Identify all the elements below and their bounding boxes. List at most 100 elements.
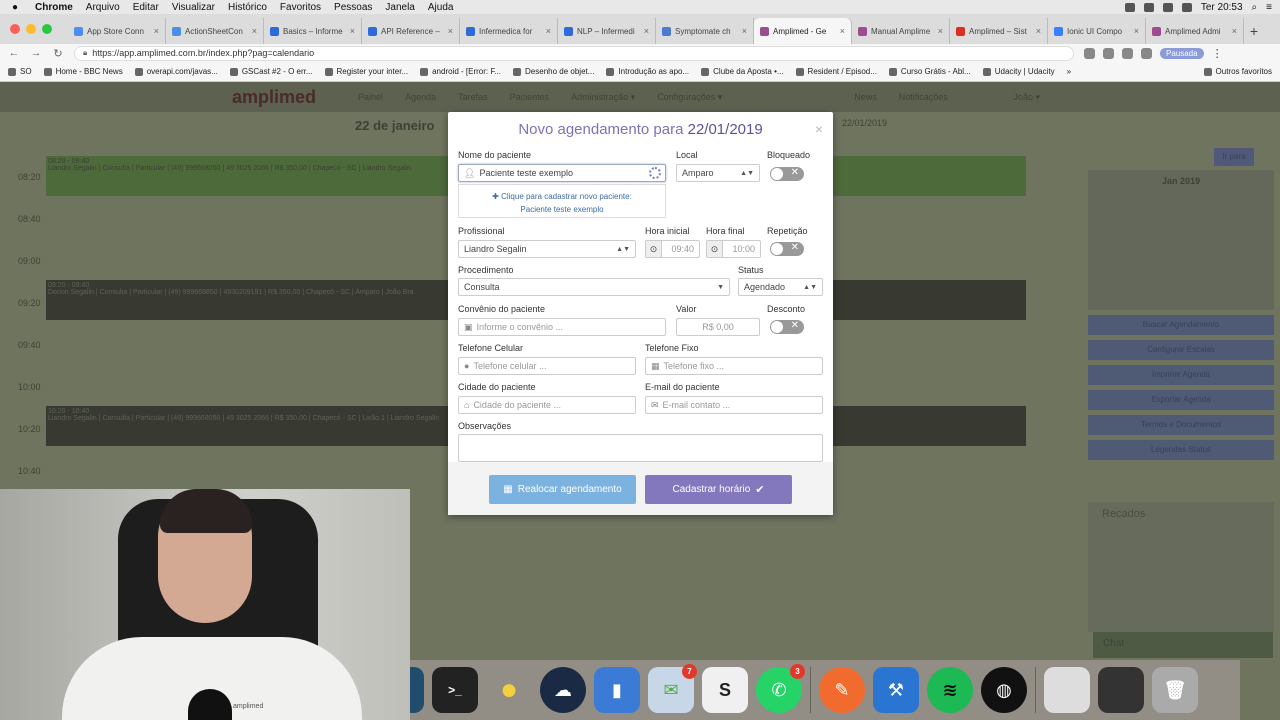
menu-historico[interactable]: Histórico bbox=[228, 2, 267, 13]
extension-icon[interactable] bbox=[1084, 47, 1095, 59]
browser-tab[interactable]: Manual Amplime × bbox=[852, 18, 950, 44]
minimized-window-icon[interactable] bbox=[1044, 667, 1090, 713]
apple-menu-icon[interactable]: ● bbox=[8, 2, 22, 13]
new-patient-suggestion[interactable]: ✚ Clique para cadastrar novo paciente: P… bbox=[458, 184, 666, 218]
discount-toggle[interactable]: ✕ bbox=[770, 320, 804, 334]
bookmark-item[interactable]: SO bbox=[8, 67, 32, 76]
browser-tab[interactable]: Amplimed – Sist × bbox=[950, 18, 1048, 44]
close-tab-icon[interactable]: × bbox=[1134, 26, 1139, 36]
local-select[interactable]: Amparo ▲▼ bbox=[676, 164, 760, 182]
status-legend-button[interactable]: Legendas Status bbox=[1088, 440, 1274, 460]
cyberduck-icon[interactable]: ● bbox=[486, 667, 532, 713]
save-appointment-button[interactable]: Cadastrar horário ✔ bbox=[645, 475, 792, 504]
city-input[interactable]: ⌂ Cidade do paciente ... bbox=[458, 396, 636, 414]
bookmark-item[interactable]: Desenho de objet... bbox=[513, 67, 594, 76]
nav-administracao[interactable]: Administração ▾ bbox=[571, 92, 635, 103]
close-tab-icon[interactable]: × bbox=[546, 26, 551, 36]
relocate-appointment-button[interactable]: ▦ Realocar agendamento bbox=[489, 475, 636, 504]
browser-tab[interactable]: Basics – Informe × bbox=[264, 18, 362, 44]
email-input[interactable]: ✉ E-mail contato ... bbox=[645, 396, 823, 414]
value-input[interactable]: R$ 0,00 bbox=[676, 318, 760, 336]
whatsapp-icon[interactable]: ✆ 3 bbox=[756, 664, 805, 713]
extension-icon[interactable] bbox=[1122, 47, 1133, 59]
cell-phone-input[interactable]: ● Telefone celular ... bbox=[458, 357, 636, 375]
notification-center-icon[interactable]: ≡ bbox=[1266, 2, 1272, 13]
bookmark-item[interactable]: android - [Error: F... bbox=[420, 67, 501, 76]
procedure-select[interactable]: Consulta ▼ bbox=[458, 278, 730, 296]
postman-icon[interactable]: ✎ bbox=[819, 667, 865, 713]
forward-icon[interactable]: → bbox=[30, 47, 42, 59]
menu-chrome[interactable]: Chrome bbox=[35, 2, 73, 13]
bookmark-item[interactable]: Introdução as apo... bbox=[606, 67, 689, 76]
browser-tab[interactable]: Amplimed Admi × bbox=[1146, 18, 1244, 44]
bookmark-item[interactable]: Clube da Aposta •... bbox=[701, 67, 784, 76]
spotify-icon[interactable]: ≋ bbox=[927, 667, 973, 713]
profile-paused-badge[interactable]: Pausada bbox=[1160, 47, 1204, 59]
nav-painel[interactable]: Painel bbox=[358, 92, 383, 102]
menu-clock[interactable]: Ter 20:53 bbox=[1201, 2, 1243, 13]
cloud-app-icon[interactable]: ☁ bbox=[540, 667, 586, 713]
browser-tab[interactable]: Ionic UI Compo × bbox=[1048, 18, 1146, 44]
browser-tab[interactable]: Infermedica for × bbox=[460, 18, 558, 44]
other-bookmarks[interactable]: Outros favoritos bbox=[1203, 67, 1272, 76]
battery-icon[interactable] bbox=[1181, 2, 1192, 12]
trash-icon[interactable]: 🗑︎ bbox=[1152, 667, 1198, 713]
notes-textarea[interactable] bbox=[458, 434, 823, 462]
close-tab-icon[interactable]: × bbox=[448, 26, 453, 36]
nav-tarefas[interactable]: Tarefas bbox=[458, 92, 488, 102]
bookmark-item[interactable]: Home - BBC News bbox=[43, 67, 123, 76]
status-icon[interactable] bbox=[1143, 2, 1154, 12]
nav-agenda[interactable]: Agenda bbox=[405, 92, 436, 102]
close-tab-icon[interactable]: × bbox=[644, 26, 649, 36]
chat-bar[interactable]: Chat bbox=[1093, 632, 1273, 658]
export-agenda-button[interactable]: Exportar Agenda bbox=[1088, 390, 1274, 410]
blocked-toggle[interactable]: ✕ bbox=[770, 167, 804, 181]
xcode-icon[interactable]: ⚒ bbox=[873, 667, 919, 713]
bookmark-item[interactable]: Curso Grátis - Abl... bbox=[888, 67, 971, 76]
new-tab-button[interactable]: + bbox=[1244, 18, 1264, 44]
close-window-icon[interactable] bbox=[10, 24, 20, 34]
dock-app-partial-icon[interactable] bbox=[410, 667, 424, 713]
date-input[interactable]: 22/01/2019 bbox=[842, 118, 887, 128]
menu-editar[interactable]: Editar bbox=[133, 2, 159, 13]
close-tab-icon[interactable]: × bbox=[1036, 26, 1041, 36]
mini-calendar[interactable]: Jan 2019 bbox=[1088, 170, 1274, 310]
close-tab-icon[interactable]: × bbox=[938, 26, 943, 36]
bookmark-item[interactable]: Resident / Episod... bbox=[795, 67, 877, 76]
print-agenda-button[interactable]: Imprimir Agenda bbox=[1088, 365, 1274, 385]
nav-pacientes[interactable]: Pacientes bbox=[510, 92, 550, 102]
insurance-input[interactable]: ▣ Informe o convênio ... bbox=[458, 318, 666, 336]
menu-pessoas[interactable]: Pessoas bbox=[334, 2, 372, 13]
close-tab-icon[interactable]: × bbox=[252, 26, 257, 36]
search-appointment-button[interactable]: Buscar Agendamento bbox=[1088, 315, 1274, 335]
nav-news[interactable]: News bbox=[854, 92, 877, 102]
browser-tab[interactable]: Amplimed - Ge × bbox=[754, 18, 852, 44]
status-icon[interactable] bbox=[1124, 2, 1135, 12]
close-tab-icon[interactable]: × bbox=[350, 26, 355, 36]
close-icon[interactable]: × bbox=[815, 121, 823, 137]
minimized-window-icon[interactable] bbox=[1098, 667, 1144, 713]
bookmark-item[interactable]: GSCast #2 - O err... bbox=[229, 67, 313, 76]
menu-ajuda[interactable]: Ajuda bbox=[428, 2, 454, 13]
close-tab-icon[interactable]: × bbox=[840, 26, 845, 36]
menu-arquivo[interactable]: Arquivo bbox=[86, 2, 120, 13]
extension-icon[interactable] bbox=[1141, 47, 1152, 59]
configure-schedules-button[interactable]: Configurar Escalas bbox=[1088, 340, 1274, 360]
close-tab-icon[interactable]: × bbox=[1232, 26, 1237, 36]
go-to-date-button[interactable]: Ir para bbox=[1214, 148, 1254, 166]
browser-tab[interactable]: ActionSheetCon × bbox=[166, 18, 264, 44]
browser-tab[interactable]: API Reference – × bbox=[362, 18, 460, 44]
repeat-toggle[interactable]: ✕ bbox=[770, 242, 804, 256]
status-select[interactable]: Agendado ▲▼ bbox=[738, 278, 823, 296]
simulator-icon[interactable]: ▮ bbox=[594, 667, 640, 713]
landline-input[interactable]: ▦ Telefone fixo ... bbox=[645, 357, 823, 375]
slack-icon[interactable]: S bbox=[702, 667, 748, 713]
bookmark-item[interactable]: overapi.com/javas... bbox=[134, 67, 218, 76]
nav-notificacoes[interactable]: Notificações bbox=[899, 92, 948, 102]
close-tab-icon[interactable]: × bbox=[154, 26, 159, 36]
close-tab-icon[interactable]: × bbox=[742, 26, 747, 36]
professional-select[interactable]: Liandro Segalin ▲▼ bbox=[458, 240, 636, 258]
url-bar[interactable]: 🔒︎ https://app.amplimed.com.br/index.php… bbox=[74, 45, 1074, 61]
menu-janela[interactable]: Janela bbox=[385, 2, 414, 13]
start-time-input[interactable]: ⊙ 09:40 bbox=[645, 240, 700, 258]
